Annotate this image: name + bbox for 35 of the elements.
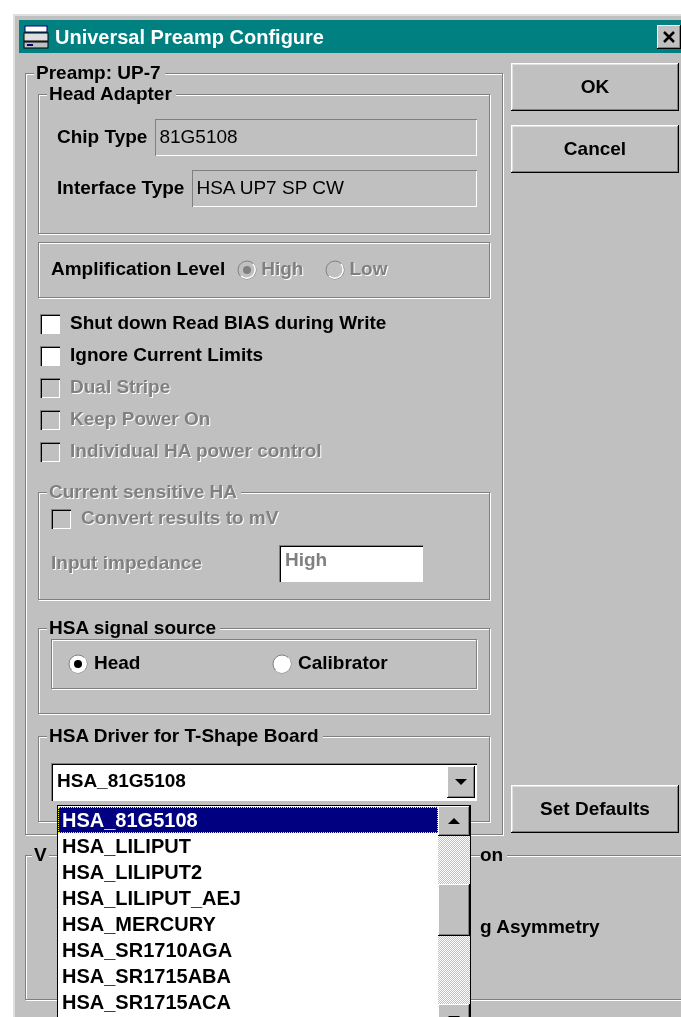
option-label: g Asymmetry	[480, 915, 600, 939]
dropdown[interactable]: HSA_81G5108	[51, 762, 477, 801]
window-title: Universal Preamp Configure	[55, 24, 324, 49]
checkbox-label[interactable]: Shut down Read BIAS during Write	[70, 312, 387, 336]
list-item[interactable]: HSA_LILIPUT	[58, 833, 438, 859]
list-item[interactable]: HSA_LILIPUT_AEJ	[58, 885, 438, 911]
checkbox-label[interactable]: Ignore Current Limits	[70, 344, 264, 368]
scroll-up-icon	[447, 817, 461, 825]
field-label: Input impedance	[51, 551, 203, 575]
text-field[interactable]: 81G5108	[155, 118, 477, 156]
computer-icon	[23, 23, 51, 50]
radio-label[interactable]: Head	[94, 652, 141, 676]
list-item[interactable]: HSA_SR1715ABA	[58, 963, 438, 989]
dialog-button[interactable]: OK	[511, 63, 679, 111]
group-title: Preamp: UP-7	[34, 63, 165, 84]
checkbox[interactable]	[40, 313, 60, 334]
scroll-thumb[interactable]	[438, 884, 470, 936]
list-item[interactable]: HSA_81G5108	[58, 807, 438, 833]
field-label: Chip Type	[57, 125, 148, 149]
radio-label[interactable]: Calibrator	[298, 652, 388, 676]
close-icon	[662, 29, 676, 44]
list-item[interactable]: HSA_SR1710AGA	[58, 937, 438, 963]
list-item[interactable]: HSA_MERCURY	[58, 911, 438, 937]
dialog-button[interactable]: Set Defaults	[511, 785, 679, 833]
checkbox[interactable]	[40, 345, 60, 366]
scrollbar[interactable]	[438, 806, 470, 1017]
text-field[interactable]: HSA UP7 SP CW	[192, 169, 477, 207]
close-button[interactable]	[657, 24, 681, 49]
field-label: Interface Type	[57, 176, 185, 200]
option-label: Amplification Level	[51, 258, 226, 282]
list-item[interactable]: HSA_LILIPUT2	[58, 859, 438, 885]
dropdown-value: HSA_81G5108	[57, 770, 186, 794]
list-item[interactable]: HSA_SR1715ACA	[58, 989, 438, 1015]
dialog-button[interactable]: Cancel	[511, 125, 679, 173]
dropdown-arrow-icon	[454, 777, 468, 786]
